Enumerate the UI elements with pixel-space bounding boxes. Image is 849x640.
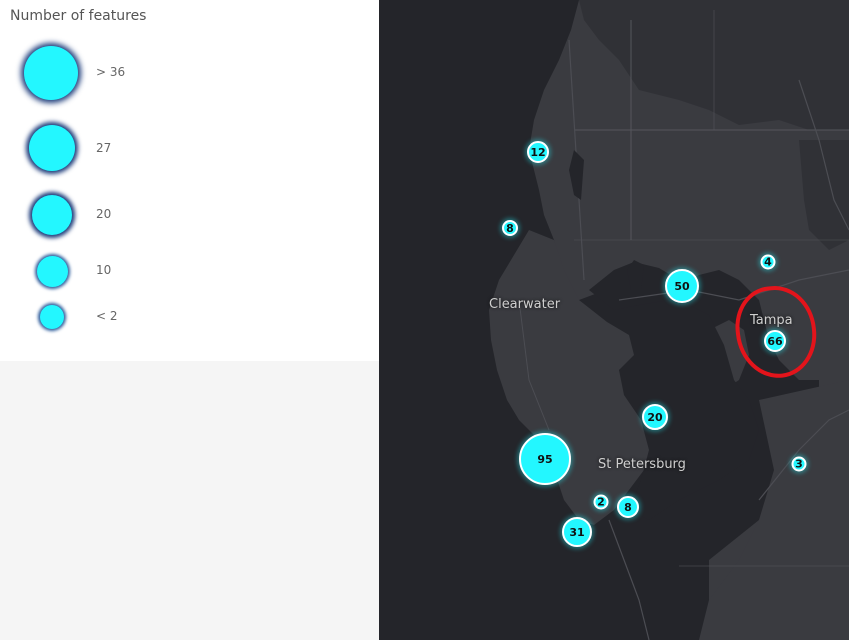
legend-label: 27	[96, 141, 112, 155]
cluster-marker[interactable]: 12	[527, 141, 549, 163]
legend-label: 10	[96, 263, 112, 277]
legend-symbol-smallest	[40, 305, 64, 329]
legend-item: 27	[0, 124, 379, 174]
cluster-marker[interactable]: 8	[502, 220, 518, 236]
cluster-marker[interactable]: 20	[642, 404, 668, 430]
legend-label: < 2	[96, 309, 118, 323]
place-label-st-petersburg: St Petersburg	[598, 457, 686, 472]
legend-title: Number of features	[10, 8, 147, 24]
legend-item: > 36	[0, 44, 379, 102]
cluster-marker[interactable]: 50	[665, 269, 699, 303]
legend-symbol-large	[24, 46, 78, 100]
cluster-marker[interactable]: 8	[617, 496, 639, 518]
legend-symbol-medium-large	[29, 125, 75, 171]
cluster-marker[interactable]: 4	[760, 254, 776, 270]
legend-label: 20	[96, 207, 112, 221]
map-view[interactable]: Clearwater Tampa St Petersburg 12 8 50 4…	[379, 0, 849, 640]
legend-item: 20	[0, 193, 379, 235]
legend-label: > 36	[96, 65, 126, 79]
cluster-marker[interactable]: 31	[562, 517, 592, 547]
legend-panel: Number of features > 36 27 20 10 < 2	[0, 0, 379, 361]
cluster-marker[interactable]: 3	[791, 456, 807, 472]
legend-symbol-medium	[32, 195, 72, 235]
place-label-clearwater: Clearwater	[489, 297, 561, 312]
cluster-marker[interactable]: 2	[593, 494, 609, 510]
legend-symbol-small	[37, 256, 68, 287]
legend-item: < 2	[0, 303, 379, 331]
cluster-marker[interactable]: 95	[519, 433, 571, 485]
legend-item: 10	[0, 254, 379, 288]
side-panel-background	[0, 361, 379, 640]
